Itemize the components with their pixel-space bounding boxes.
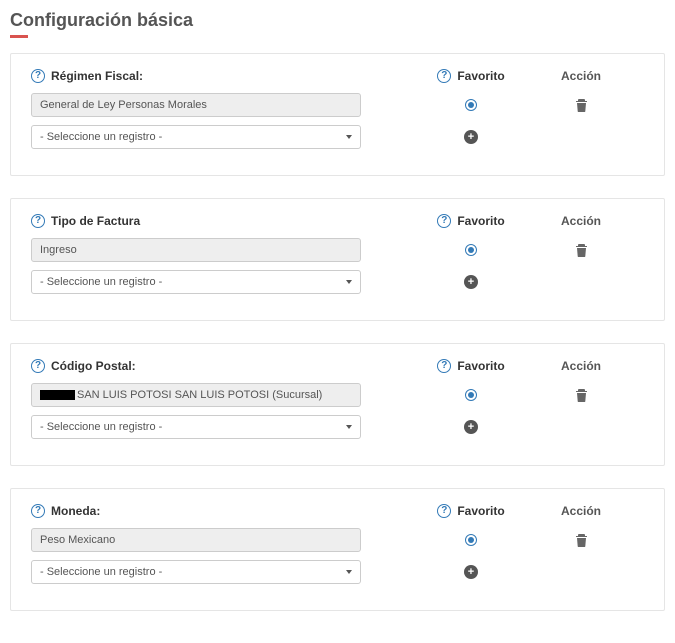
add-icon[interactable]: + xyxy=(464,565,478,579)
help-icon[interactable]: ? xyxy=(437,69,451,83)
select-registro[interactable]: - Seleccione un registro - xyxy=(31,560,361,584)
section-label: Moneda: xyxy=(51,504,100,518)
favorite-radio[interactable] xyxy=(465,244,477,256)
trash-icon[interactable] xyxy=(575,98,588,112)
favorite-radio[interactable] xyxy=(465,389,477,401)
redacted-block xyxy=(40,390,75,400)
add-icon[interactable]: + xyxy=(464,275,478,289)
help-icon[interactable]: ? xyxy=(31,504,45,518)
select-registro[interactable]: - Seleccione un registro - xyxy=(31,415,361,439)
help-icon[interactable]: ? xyxy=(31,214,45,228)
favorite-radio[interactable] xyxy=(465,99,477,111)
section-regimen-fiscal: ? Régimen Fiscal: ? Favorito Acción Gene… xyxy=(10,53,665,176)
trash-icon[interactable] xyxy=(575,243,588,257)
trash-icon[interactable] xyxy=(575,388,588,402)
current-value-readonly: SAN LUIS POTOSI SAN LUIS POTOSI (Sucursa… xyxy=(31,383,361,407)
add-icon[interactable]: + xyxy=(464,130,478,144)
section-label: Régimen Fiscal: xyxy=(51,69,143,83)
help-icon[interactable]: ? xyxy=(437,359,451,373)
value-text: SAN LUIS POTOSI SAN LUIS POTOSI (Sucursa… xyxy=(77,389,322,401)
action-header: Acción xyxy=(531,214,631,228)
section-label: Código Postal: xyxy=(51,359,136,373)
select-registro[interactable]: - Seleccione un registro - xyxy=(31,125,361,149)
favorite-header: Favorito xyxy=(457,504,504,518)
action-header: Acción xyxy=(531,359,631,373)
current-value-readonly: General de Ley Personas Morales xyxy=(31,93,361,117)
favorite-radio[interactable] xyxy=(465,534,477,546)
section-codigo-postal: ? Código Postal: ? Favorito Acción SAN L… xyxy=(10,343,665,466)
help-icon[interactable]: ? xyxy=(437,504,451,518)
current-value-readonly: Peso Mexicano xyxy=(31,528,361,552)
favorite-header: Favorito xyxy=(457,214,504,228)
help-icon[interactable]: ? xyxy=(437,214,451,228)
current-value-readonly: Ingreso xyxy=(31,238,361,262)
action-header: Acción xyxy=(531,69,631,83)
page-title: Configuración básica xyxy=(10,10,665,31)
action-header: Acción xyxy=(531,504,631,518)
help-icon[interactable]: ? xyxy=(31,359,45,373)
section-label: Tipo de Factura xyxy=(51,214,140,228)
section-tipo-factura: ? Tipo de Factura ? Favorito Acción Ingr… xyxy=(10,198,665,321)
add-icon[interactable]: + xyxy=(464,420,478,434)
title-underline xyxy=(10,35,28,38)
favorite-header: Favorito xyxy=(457,359,504,373)
trash-icon[interactable] xyxy=(575,533,588,547)
help-icon[interactable]: ? xyxy=(31,69,45,83)
select-registro[interactable]: - Seleccione un registro - xyxy=(31,270,361,294)
section-moneda: ? Moneda: ? Favorito Acción Peso Mexican… xyxy=(10,488,665,611)
favorite-header: Favorito xyxy=(457,69,504,83)
